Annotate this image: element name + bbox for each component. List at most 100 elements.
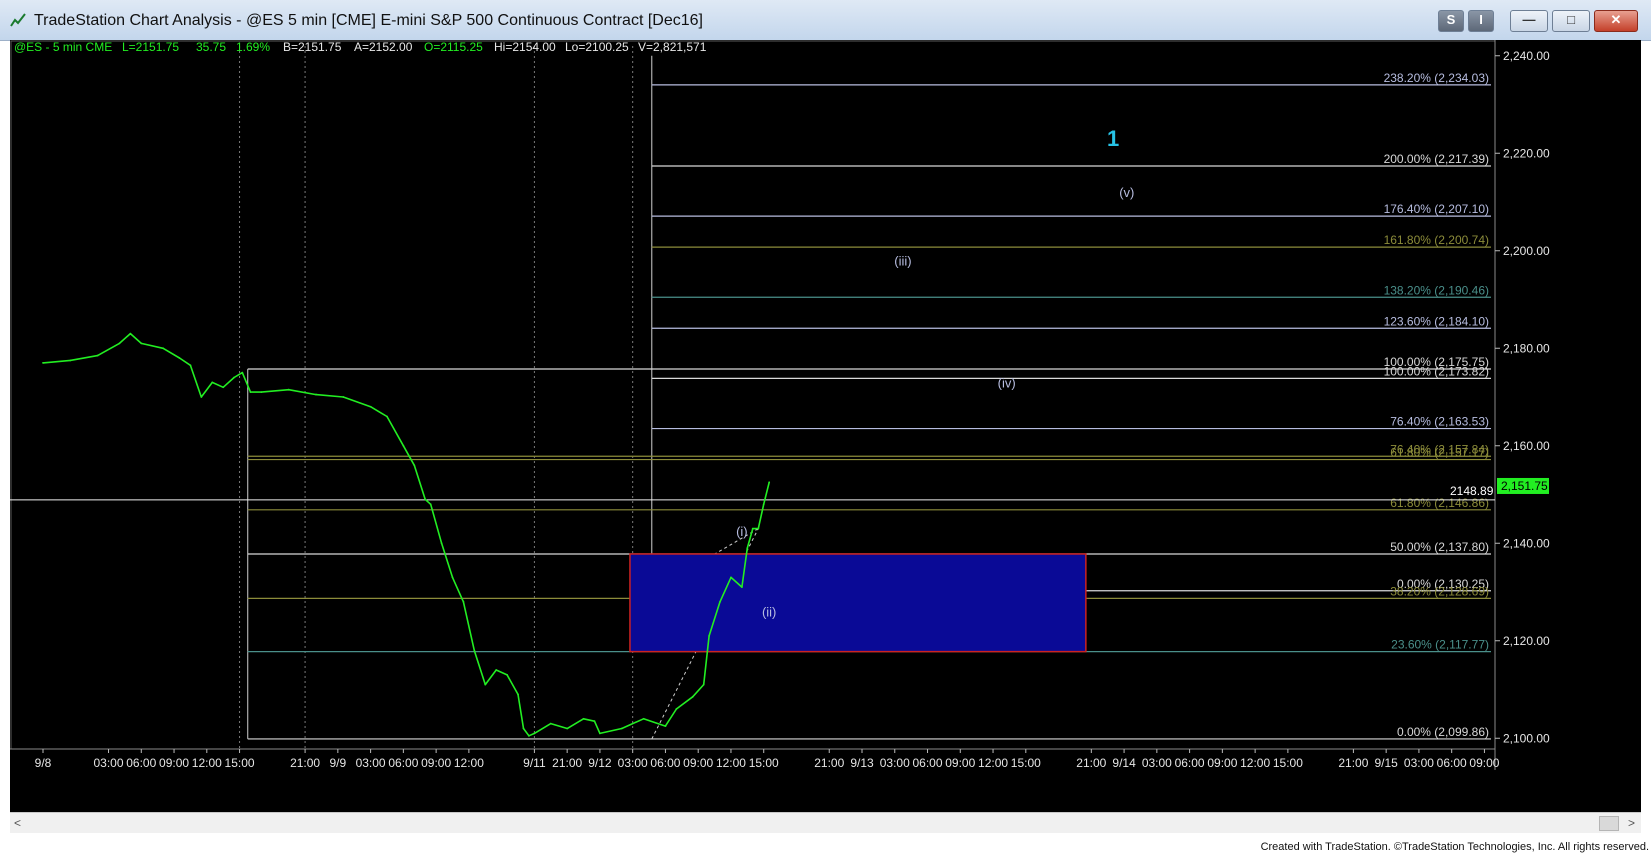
wave-label: (iv) <box>998 375 1016 390</box>
fib-level-label: 61.80% (2,157.17) <box>1390 446 1489 460</box>
price-point <box>249 391 252 394</box>
status-low: Lo=2100.25 <box>565 40 629 54</box>
x-tick-label: 15:00 <box>1273 756 1303 770</box>
wave-label: (v) <box>1119 185 1134 200</box>
x-tick-label: 06:00 <box>126 756 156 770</box>
x-tick-label: 9/14 <box>1112 756 1136 770</box>
price-point <box>200 396 203 398</box>
x-tick-label: 21:00 <box>290 756 320 770</box>
x-tick-label: 9/13 <box>850 756 874 770</box>
price-point <box>691 695 694 698</box>
x-tick-label: 9/12 <box>588 756 612 770</box>
fib-level-label: 123.60% (2,184.10) <box>1384 314 1489 328</box>
price-chart[interactable]: 2,240.00 2,220.00 2,200.00 2,180.00 2,160.00… <box>10 40 1641 833</box>
fib-level-label: 100.00% (2,173.82) <box>1384 364 1489 378</box>
close-icon: ✕ <box>1610 12 1622 27</box>
x-tick-label: 21:00 <box>1076 756 1106 770</box>
price-point <box>342 396 345 398</box>
x-tick-label: 09:00 <box>421 756 451 770</box>
status-open: O=2115.25 <box>424 40 483 54</box>
x-tick-label: 03:00 <box>880 756 910 770</box>
price-point <box>746 547 749 550</box>
price-point <box>413 464 416 467</box>
price-point <box>528 734 530 737</box>
target-box-layer <box>629 553 1087 653</box>
wave-label: (i) <box>736 524 748 539</box>
price-point <box>675 708 678 710</box>
fib-level-label: 176.40% (2,207.10) <box>1384 202 1489 216</box>
wave-ii-target-box <box>629 553 1087 653</box>
price-point <box>69 359 72 362</box>
y-tick-label: 2,220.00 <box>1503 146 1550 160</box>
price-point <box>96 354 99 357</box>
s-menu-button[interactable]: S <box>1438 10 1464 32</box>
x-tick-label: 06:00 <box>1175 756 1205 770</box>
x-tick-label: 12:00 <box>716 756 746 770</box>
y-tick-label: 2,140.00 <box>1503 536 1550 550</box>
x-tick-label: 06:00 <box>650 756 680 770</box>
status-volume: V=2,821,571 <box>638 40 707 54</box>
chart-area[interactable]: 2,240.00 2,220.00 2,200.00 2,180.00 2,160.00… <box>10 40 1641 833</box>
price-point <box>315 393 317 396</box>
minimize-button[interactable]: — <box>1510 10 1548 32</box>
price-point <box>620 727 623 730</box>
price-point <box>599 732 601 735</box>
price-point <box>129 332 132 335</box>
wave-label: (ii) <box>762 604 776 619</box>
i-menu-button[interactable]: I <box>1468 10 1494 32</box>
scroll-right-icon[interactable]: > <box>1628 816 1635 830</box>
status-change: 35.75 <box>196 40 226 54</box>
close-button[interactable]: ✕ <box>1594 10 1638 32</box>
status-pct: 1.69% <box>236 40 270 54</box>
x-tick-label: 9/9 <box>329 756 346 770</box>
fib-level-label: 238.20% (2,234.03) <box>1384 71 1489 85</box>
price-point <box>241 371 244 374</box>
price-point <box>495 669 498 671</box>
price-point <box>162 347 165 350</box>
price-point <box>189 364 192 367</box>
i-menu-label: I <box>1479 12 1483 27</box>
price-point <box>506 673 508 676</box>
price-point <box>757 527 760 530</box>
x-tick-label: 9/8 <box>35 756 52 770</box>
price-point <box>260 391 263 394</box>
x-tick-label: 06:00 <box>388 756 418 770</box>
status-last: L=2151.75 <box>122 40 179 54</box>
horizontal-scrollbar[interactable]: < > <box>10 812 1641 833</box>
price-point <box>424 498 427 501</box>
fib-level-label: 138.20% (2,190.46) <box>1384 283 1489 297</box>
tradestation-app-icon <box>10 13 26 27</box>
price-point <box>440 542 443 545</box>
maximize-icon: □ <box>1567 12 1575 27</box>
x-tick-label: 03:00 <box>1404 756 1434 770</box>
x-tick-label: 06:00 <box>1437 756 1467 770</box>
wave-labels-layer: 1 (v) (iii) (iv) (i) (ii) <box>736 126 1134 619</box>
price-point <box>708 634 711 637</box>
price-point <box>642 717 645 720</box>
y-tick-label: 2,160.00 <box>1503 439 1550 453</box>
x-tick-label: 09:00 <box>1207 756 1237 770</box>
maximize-button[interactable]: □ <box>1552 10 1590 32</box>
price-point <box>402 444 405 447</box>
status-ask: A=2152.00 <box>354 40 413 54</box>
price-point <box>118 342 121 345</box>
x-tick-label: 15:00 <box>1011 756 1041 770</box>
price-point <box>762 503 765 506</box>
status-symbol: @ES - 5 min CME <box>14 40 112 54</box>
price-point <box>287 388 290 391</box>
price-line <box>42 332 770 737</box>
price-point <box>178 357 181 359</box>
price-point <box>451 576 454 579</box>
x-tick-label: 03:00 <box>1142 756 1172 770</box>
x-tick-label: 09:00 <box>1469 756 1499 770</box>
scroll-left-icon[interactable]: < <box>14 816 21 830</box>
price-point <box>517 693 519 696</box>
price-point <box>768 481 771 484</box>
price-point <box>719 600 721 603</box>
scroll-thumb[interactable] <box>1599 816 1619 831</box>
axes-layer: 2,240.00 2,220.00 2,200.00 2,180.00 2,160.00… <box>10 40 1550 770</box>
status-bid: B=2151.75 <box>283 40 342 54</box>
y-tick-label: 2,100.00 <box>1503 731 1550 745</box>
fib-level-label: 76.40% (2,163.53) <box>1390 415 1489 429</box>
price-point <box>473 649 476 652</box>
